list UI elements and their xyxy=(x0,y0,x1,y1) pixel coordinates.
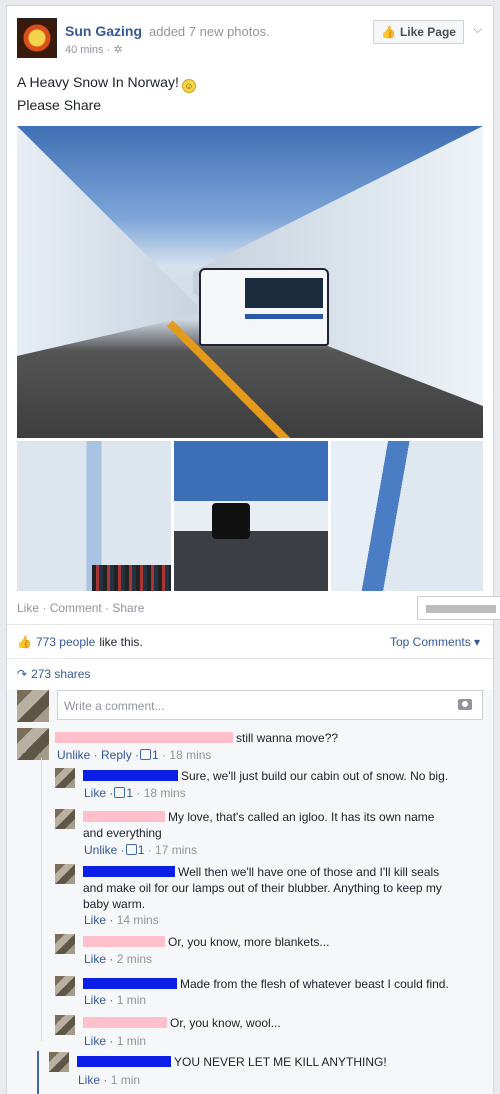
comment-placeholder: Write a comment... xyxy=(64,699,165,713)
commenter-avatar[interactable] xyxy=(55,976,75,996)
photo-thumbnail-1[interactable] xyxy=(17,441,171,591)
comment-text: Or, you know, more blankets... xyxy=(83,934,329,950)
snow-wall-right xyxy=(193,126,483,406)
photo-thumbnail-3[interactable] xyxy=(331,441,483,591)
likes-summary: 👍 773 people like this. xyxy=(17,635,143,649)
globe-icon: ✲ xyxy=(113,44,123,56)
like-count-icon xyxy=(114,787,126,798)
commenter-avatar[interactable] xyxy=(55,864,75,884)
comment-meta: Like · 1 min xyxy=(84,1034,147,1048)
comment-meta: Like · 1 · 18 mins xyxy=(84,786,186,800)
camera-icon[interactable] xyxy=(458,699,472,710)
share-arrow-icon: ↷ xyxy=(17,667,28,681)
commenter-avatar[interactable] xyxy=(17,728,49,760)
commenter-avatar[interactable] xyxy=(55,934,75,954)
share-link[interactable]: Share xyxy=(112,601,144,615)
divider xyxy=(7,624,493,625)
post-text-line-1: A Heavy Snow In Norway! ☺ xyxy=(17,74,196,93)
like-count-icon xyxy=(140,749,152,760)
comment-text: My love, that's called an igloo. It has … xyxy=(83,810,435,840)
divider xyxy=(7,658,493,659)
post-text-line-2: Please Share xyxy=(17,97,102,113)
commenter-name-redacted[interactable] xyxy=(83,1017,167,1028)
thumbs-up-icon: 👍 xyxy=(381,25,396,39)
comment-meta: Like · 1 min xyxy=(78,1073,141,1087)
car xyxy=(212,503,250,539)
likes-suffix: like this. xyxy=(99,635,143,649)
commenter-avatar[interactable] xyxy=(55,1015,75,1035)
shares-summary[interactable]: ↷ 273 shares xyxy=(17,667,90,681)
comment-link[interactable]: Comment xyxy=(50,601,102,615)
comment-input[interactable]: Write a comment... xyxy=(57,690,483,720)
commenter-name-redacted[interactable] xyxy=(83,770,178,781)
reply-thread-line xyxy=(41,758,42,1041)
like-count-icon xyxy=(125,844,137,855)
commenter-name-redacted[interactable] xyxy=(83,936,165,947)
commenter-name-redacted[interactable] xyxy=(83,978,177,989)
comment-text: Sure, we'll just build our cabin out of … xyxy=(83,768,448,784)
main-photo[interactable] xyxy=(17,126,483,438)
like-page-label: Like Page xyxy=(399,25,456,39)
commenter-name-redacted[interactable] xyxy=(83,811,165,822)
commenter-avatar[interactable] xyxy=(49,1052,69,1072)
comment-text: YOU NEVER LET ME KILL ANYTHING! xyxy=(77,1054,387,1070)
comment-text: Made from the flesh of whatever beast I … xyxy=(83,976,449,992)
commenter-name-redacted[interactable] xyxy=(83,866,175,877)
comment-text: Or, you know, wool... xyxy=(83,1015,281,1031)
page-avatar[interactable] xyxy=(17,18,57,58)
commenter-avatar[interactable] xyxy=(55,809,75,829)
crowd xyxy=(92,565,171,591)
page-name-link[interactable]: Sun Gazing xyxy=(65,23,142,39)
caret-down-icon: ▾ xyxy=(474,635,481,649)
commenter-avatar[interactable] xyxy=(55,768,75,788)
user-avatar xyxy=(17,690,49,722)
comment-meta: Like · 1 min xyxy=(84,993,147,1007)
post-options-chevron-icon[interactable]: ⌵ xyxy=(473,22,482,37)
redacted-box xyxy=(417,596,500,620)
photo-thumbnail-2[interactable] xyxy=(174,441,328,591)
reply-thread-line-active xyxy=(37,1051,39,1094)
comment-text: still wanna move?? xyxy=(55,730,338,746)
comment-meta: Like · 2 mins xyxy=(84,952,153,966)
smiley-icon: ☺ xyxy=(181,79,196,93)
commenter-name-redacted[interactable] xyxy=(77,1056,171,1067)
comment-meta: Unlike · 1 · 17 mins xyxy=(84,843,198,857)
post-timestamp[interactable]: 40 mins · ✲ xyxy=(65,43,123,56)
comment-meta: Unlike · Reply · 1 · 18 mins xyxy=(57,748,212,762)
shares-count: 273 shares xyxy=(31,667,91,681)
post-card: Sun Gazing added 7 new photos. 40 mins ·… xyxy=(6,5,500,1094)
commenter-name-redacted[interactable] xyxy=(55,732,233,743)
bus xyxy=(199,268,329,346)
post-time-text[interactable]: 40 mins xyxy=(65,44,104,56)
comment-meta: Like · 14 mins xyxy=(84,913,159,927)
like-page-button[interactable]: 👍 Like Page xyxy=(373,20,464,44)
post-actions: Like · Comment · Share xyxy=(17,601,145,615)
post-action-text: added 7 new photos. xyxy=(149,24,270,39)
top-comments-dropdown[interactable]: Top Comments ▾ xyxy=(390,635,480,649)
comment-text: Well then we'll have one of those and I'… xyxy=(83,865,442,911)
thumbs-up-icon: 👍 xyxy=(17,635,32,649)
like-link[interactable]: Like xyxy=(17,601,39,615)
likes-count-link[interactable]: 773 people xyxy=(36,635,95,649)
